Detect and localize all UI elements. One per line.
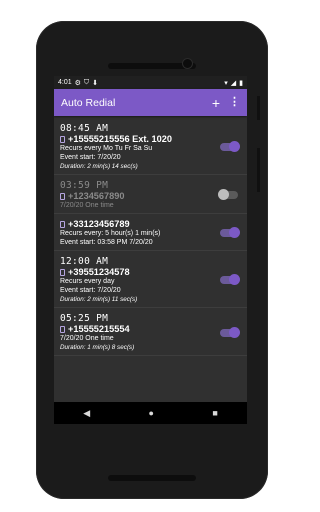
enable-toggle[interactable]: [220, 141, 240, 152]
bottom-speaker: [108, 475, 196, 481]
item-recurrence: Recurs every day: [60, 278, 115, 285]
wifi-icon: ▾: [224, 79, 228, 87]
item-number: +33123456789: [68, 219, 130, 229]
front-camera: [183, 59, 192, 68]
sim-icon: [60, 192, 65, 200]
item-time: 08:45 AM: [60, 123, 109, 134]
item-recurrence: Recurs every Mo Tu Fr Sa Su: [60, 145, 153, 152]
arrow-down-icon: ⬇: [92, 79, 99, 87]
item-recurrence: 7/20/20 One time: [60, 335, 114, 342]
item-duration: Duration: 1 min(s) 8 sec(s): [60, 344, 135, 351]
sim-icon: [60, 268, 65, 276]
home-icon[interactable]: ●: [149, 408, 154, 418]
item-recurrence: 7/20/20 One time: [60, 202, 114, 209]
app-bar: Auto Redial + ⋮: [54, 89, 247, 116]
status-bar: 4:01 ⚙ ⛉ ⬇ ▾ ◢ ▮: [54, 76, 247, 89]
screen: 4:01 ⚙ ⛉ ⬇ ▾ ◢ ▮ Auto Redial + ⋮ 08:45 A…: [54, 76, 247, 424]
power-button: [257, 96, 260, 120]
list-item[interactable]: +33123456789 Recurs every: 5 hour(s) 1 m…: [54, 216, 247, 251]
list-item[interactable]: 03:59 PM +1234567890 7/20/20 One time: [54, 177, 247, 214]
enable-toggle[interactable]: [220, 274, 240, 285]
status-time: 4:01: [58, 79, 72, 86]
item-time: 05:25 PM: [60, 313, 109, 324]
navigation-bar: ◀ ● ■: [54, 402, 247, 424]
item-start: Event start: 7/20/20: [60, 287, 121, 294]
signal-icon: ◢: [230, 79, 237, 87]
item-recurrence: Recurs every: 5 hour(s) 1 min(s): [60, 230, 161, 237]
item-number: +1234567890: [68, 191, 125, 201]
item-number: +15555215556 Ext. 1020: [68, 134, 172, 144]
sim-icon: [60, 135, 65, 143]
add-icon[interactable]: +: [212, 96, 220, 110]
item-start: Event start: 7/20/20: [60, 154, 121, 161]
sim-icon: [60, 220, 65, 228]
gear-icon: ⚙: [74, 79, 81, 87]
list-item[interactable]: 05:25 PM +15555215554 7/20/20 One time D…: [54, 310, 247, 356]
item-time: 03:59 PM: [60, 180, 109, 191]
recents-icon[interactable]: ■: [212, 408, 217, 418]
toggle-knob: [218, 189, 229, 200]
volume-button: [257, 148, 260, 192]
toggle-knob: [229, 227, 240, 238]
item-number: +39551234578: [68, 267, 130, 277]
enable-toggle[interactable]: [220, 227, 240, 238]
redial-list: 08:45 AM +15555215556 Ext. 1020 Recurs e…: [54, 116, 247, 356]
list-item[interactable]: 08:45 AM +15555215556 Ext. 1020 Recurs e…: [54, 120, 247, 175]
enable-toggle[interactable]: [220, 326, 240, 338]
toggle-knob: [229, 326, 240, 338]
item-start: Event start: 03:58 PM 7/20/20: [60, 239, 153, 246]
toggle-knob: [229, 274, 240, 285]
battery-icon: ▮: [239, 79, 243, 87]
toggle-knob: [229, 141, 240, 152]
app-title: Auto Redial: [61, 96, 116, 109]
sim-icon: [60, 325, 65, 333]
item-duration: Duration: 2 min(s) 14 sec(s): [60, 163, 138, 170]
item-time: 12:00 AM: [60, 256, 109, 267]
enable-toggle[interactable]: [218, 189, 238, 200]
item-duration: Duration: 2 min(s) 11 sec(s): [60, 296, 138, 303]
item-number: +15555215554: [68, 324, 130, 334]
back-icon[interactable]: ◀: [83, 408, 90, 419]
shield-icon: ⛉: [83, 78, 90, 86]
list-item[interactable]: 12:00 AM +39551234578 Recurs every day E…: [54, 253, 247, 308]
more-options-icon[interactable]: ⋮: [229, 97, 240, 108]
